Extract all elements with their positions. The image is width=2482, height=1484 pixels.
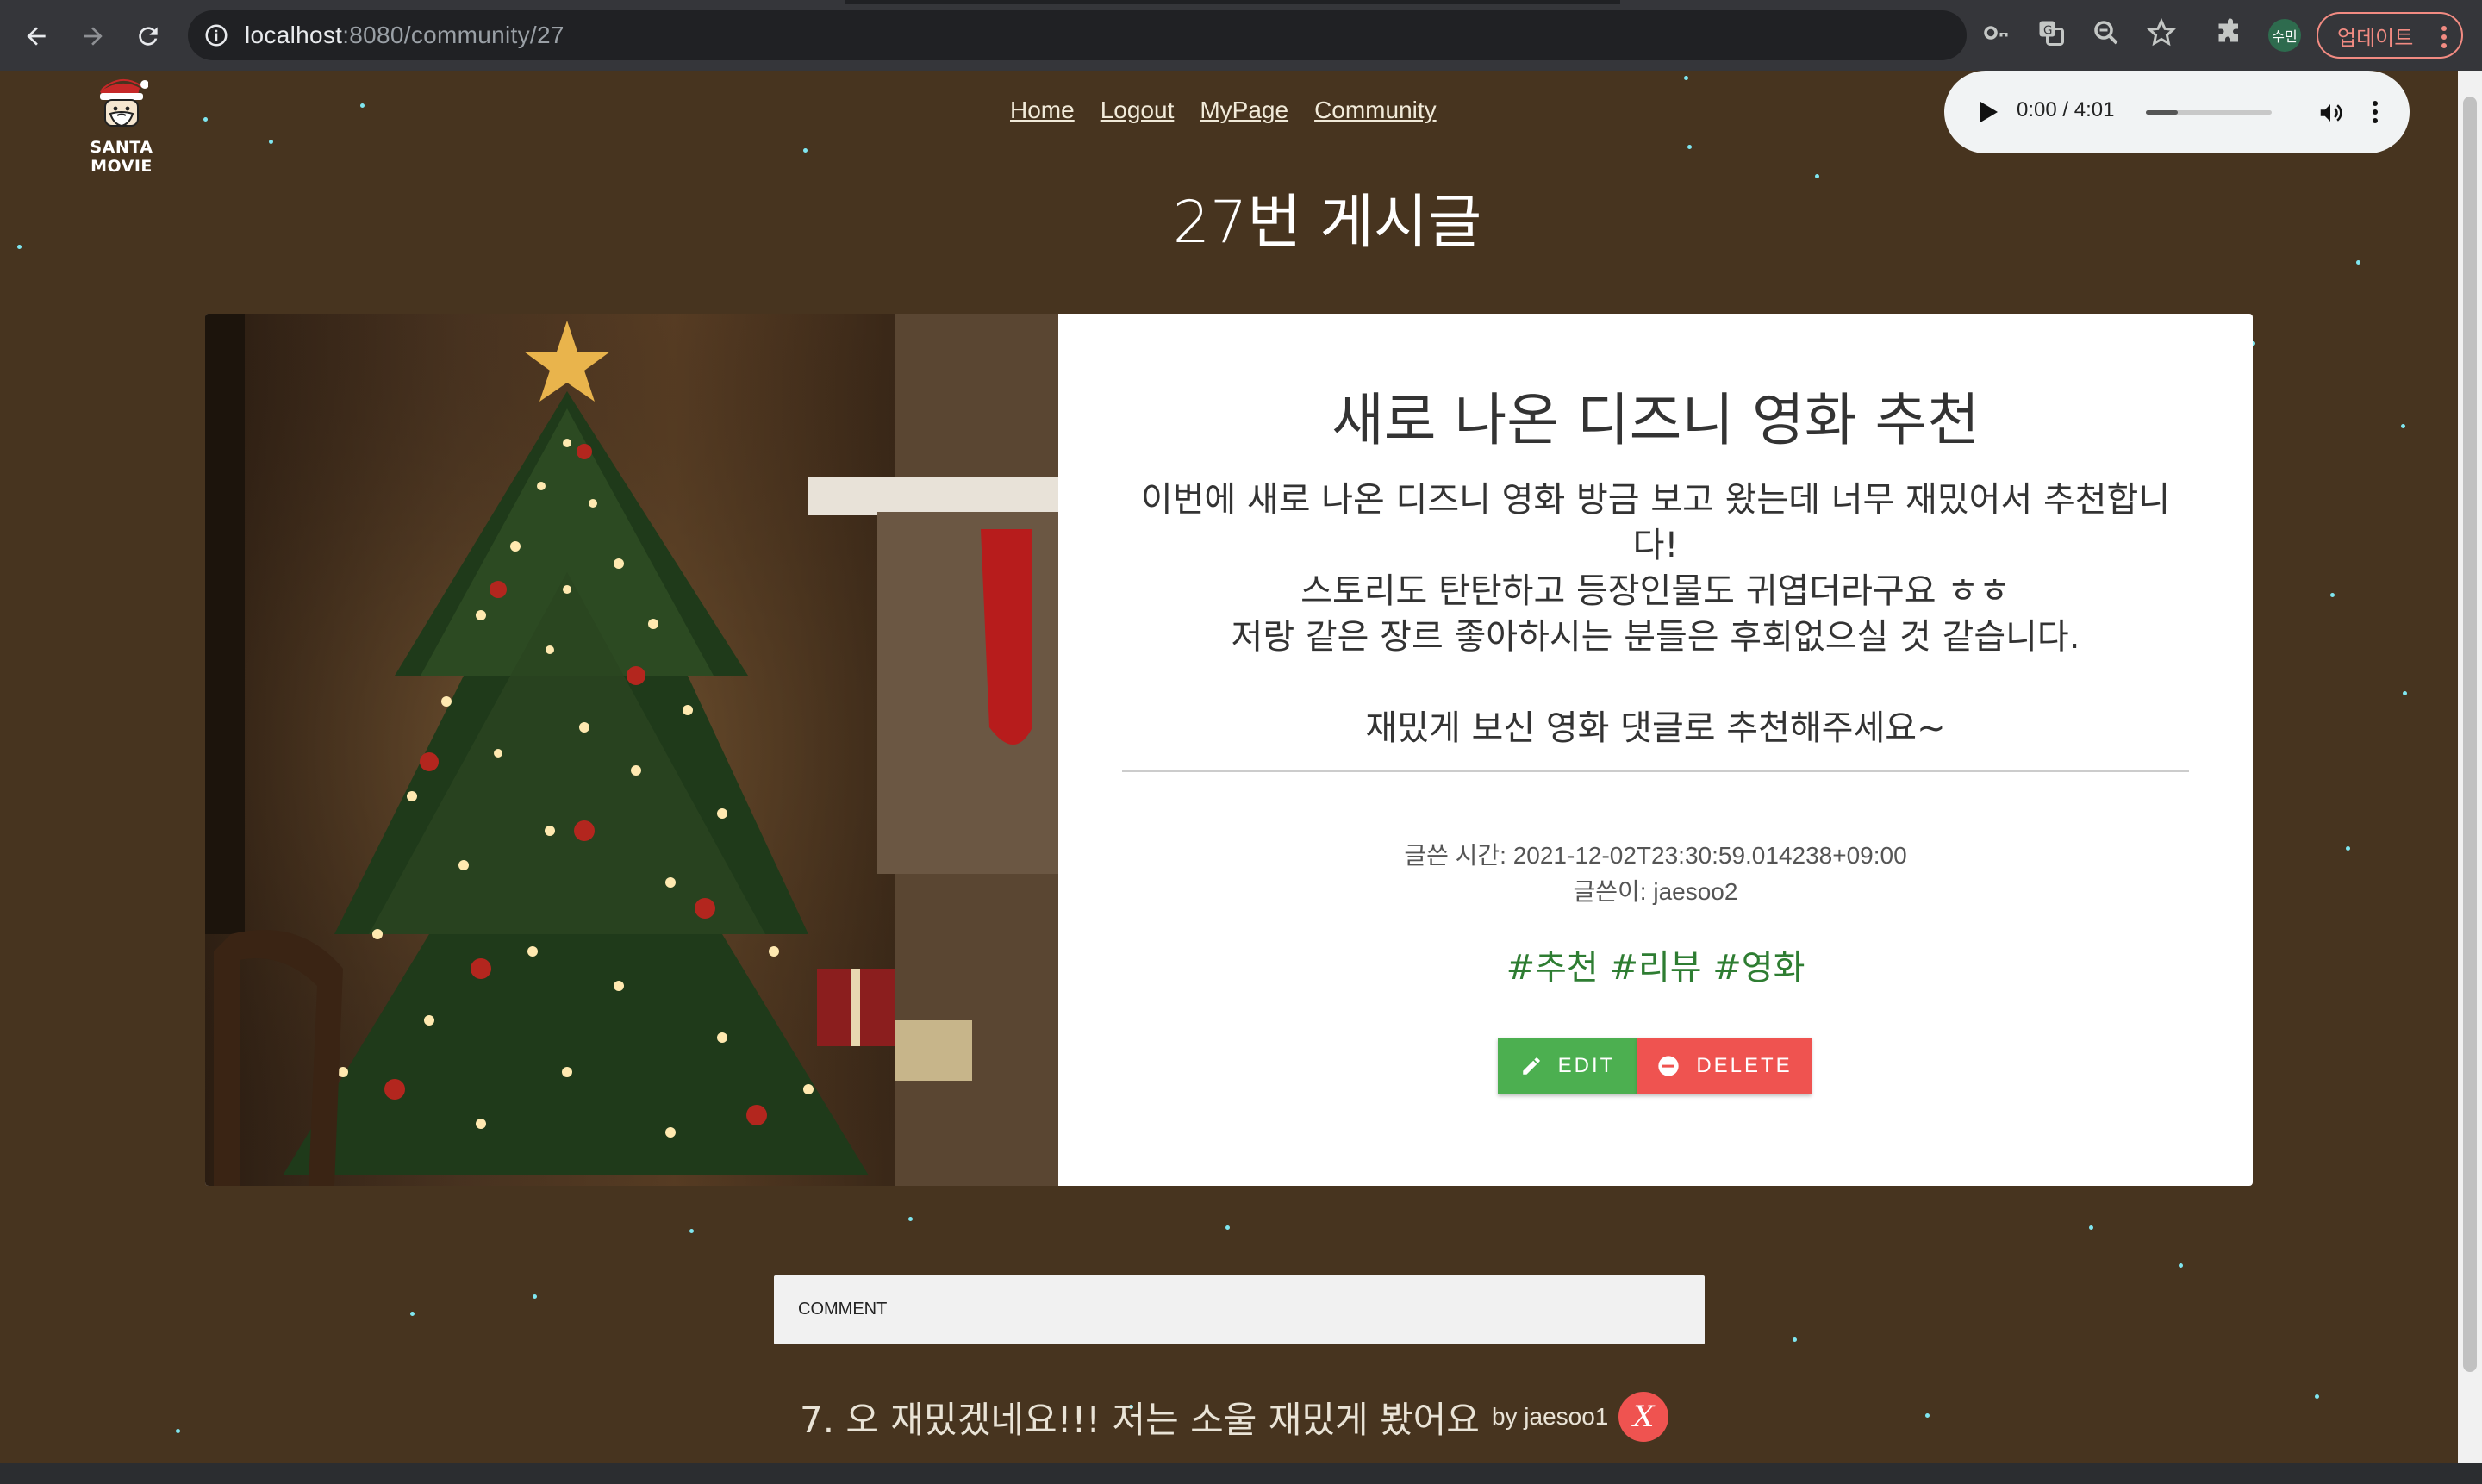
key-icon[interactable] xyxy=(1980,17,2011,52)
update-button[interactable]: 업데이트 xyxy=(2317,12,2463,59)
more-vert-icon[interactable] xyxy=(2441,24,2448,55)
post-card: 새로 나온 디즈니 영화 추천 이번에 새로 나온 디즈니 영화 방금 보고 왔… xyxy=(205,314,2253,1186)
star-icon[interactable] xyxy=(2146,17,2177,52)
svg-text:G: G xyxy=(2043,24,2052,38)
main-nav: Home Logout MyPage Community xyxy=(1010,97,1437,124)
delete-button[interactable]: DELETE xyxy=(1637,1038,1812,1094)
comment-text: 7. 오 재밌겠네요!!! 저는 소울 재밌게 봤어요 xyxy=(800,1398,1480,1441)
post-meta: 글쓴 시간: 2021-12-02T23:30:59.014238+09:00 … xyxy=(1058,838,2253,910)
nav-home[interactable]: Home xyxy=(1010,97,1075,124)
window-bottom-edge xyxy=(0,1463,2482,1484)
address-bar[interactable]: localhost:8080/community/27 xyxy=(188,10,1967,60)
back-icon[interactable] xyxy=(17,17,55,55)
more-vert-icon[interactable] xyxy=(2372,100,2379,128)
post-tags: #추천 #리뷰 #영화 xyxy=(1506,948,1805,988)
minus-circle-icon xyxy=(1658,1056,1679,1076)
tab-strip-edge xyxy=(845,0,1620,4)
nav-logout[interactable]: Logout xyxy=(1101,97,1175,124)
post-author: 글쓴이: jaesoo2 xyxy=(1573,878,1738,905)
audio-player: 0:00 / 4:01 xyxy=(1944,71,2410,153)
zoom-icon[interactable] xyxy=(2091,17,2122,52)
info-icon[interactable] xyxy=(203,22,229,52)
extensions-icon[interactable] xyxy=(2215,17,2246,52)
update-label: 업데이트 xyxy=(2337,25,2414,50)
volume-icon[interactable] xyxy=(2317,100,2344,129)
audio-time: 0:00 / 4:01 xyxy=(2017,98,2115,122)
santa-logo-icon xyxy=(100,79,149,128)
nav-mypage[interactable]: MyPage xyxy=(1200,97,1288,124)
comment-input[interactable]: COMMENT xyxy=(774,1275,1705,1344)
post-title: 새로 나온 디즈니 영화 추천 xyxy=(1331,387,1980,453)
post-created-at: 글쓴 시간: 2021-12-02T23:30:59.014238+09:00 xyxy=(1404,842,1907,869)
forward-icon[interactable] xyxy=(74,17,112,55)
comment-label: COMMENT xyxy=(798,1300,888,1319)
browser-toolbar: localhost:8080/community/27 G 수민 업데이트 xyxy=(0,0,2482,71)
comment-item: 7. 오 재밌겠네요!!! 저는 소울 재밌게 봤어요 by jaesoo1 X xyxy=(800,1391,1669,1443)
profile-avatar[interactable]: 수민 xyxy=(2268,19,2301,52)
url-text: localhost:8080/community/27 xyxy=(245,22,564,48)
scrollbar[interactable] xyxy=(2458,71,2482,1463)
reload-icon[interactable] xyxy=(129,17,167,55)
scrollbar-thumb[interactable] xyxy=(2463,97,2477,1372)
pencil-icon xyxy=(1522,1057,1540,1075)
play-icon[interactable] xyxy=(1977,100,1999,128)
page-title: 27번 게시글 xyxy=(1172,189,1482,257)
post-body: 새로 나온 디즈니 영화 추천 이번에 새로 나온 디즈니 영화 방금 보고 왔… xyxy=(1058,314,2253,1186)
edit-button[interactable]: EDIT xyxy=(1498,1038,1637,1094)
edit-label: EDIT xyxy=(1557,1054,1616,1077)
site-logo[interactable]: SANTA MOVIE xyxy=(57,76,186,176)
translate-icon[interactable]: G xyxy=(2036,17,2067,52)
comment-author: by jaesoo1 xyxy=(1491,1403,1609,1430)
delete-label: DELETE xyxy=(1696,1054,1793,1077)
page-viewport: SANTA MOVIE Home Logout MyPage Community… xyxy=(0,71,2458,1463)
christmas-tree-image xyxy=(205,314,1058,1186)
audio-progress xyxy=(2146,110,2178,115)
post-content: 이번에 새로 나온 디즈니 영화 방금 보고 왔는데 너무 재밌어서 추천합니다… xyxy=(1140,480,2171,748)
nav-community[interactable]: Community xyxy=(1314,97,1437,124)
audio-seek-slider[interactable] xyxy=(2146,110,2272,115)
logo-text: SANTA MOVIE xyxy=(90,138,153,176)
divider xyxy=(1122,770,2189,772)
comment-delete-button[interactable]: X xyxy=(1618,1392,1669,1442)
